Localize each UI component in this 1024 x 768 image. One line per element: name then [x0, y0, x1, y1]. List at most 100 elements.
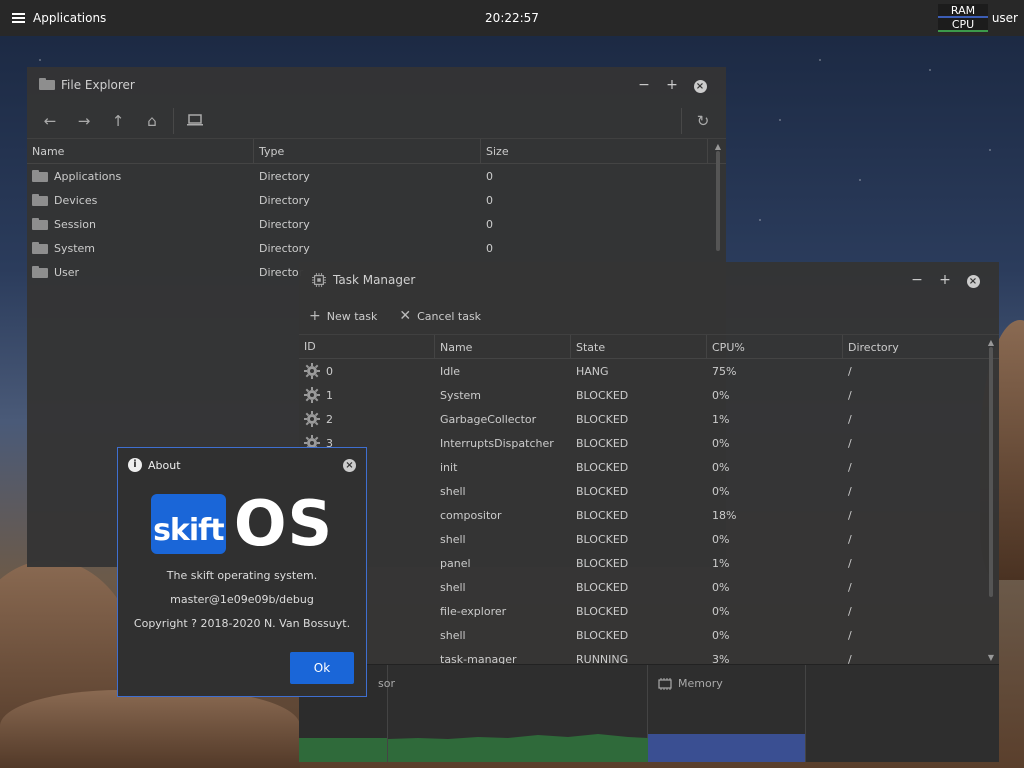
back-arrow-icon[interactable]: ← — [33, 112, 67, 130]
task-directory: / — [848, 532, 852, 546]
task-name: GarbageCollector — [440, 412, 537, 426]
background-rock — [0, 690, 300, 768]
task-name: shell — [440, 532, 466, 546]
task-state: BLOCKED — [576, 508, 629, 522]
table-row[interactable]: 2 GarbageCollector BLOCKED 1% / — [299, 407, 999, 431]
file-type: Directory — [259, 169, 310, 183]
resource-meters[interactable]: RAM CPU — [938, 4, 988, 32]
new-task-button[interactable]: + New task — [309, 308, 377, 324]
folder-icon — [32, 218, 48, 230]
task-state: BLOCKED — [576, 580, 629, 594]
chip-icon — [312, 273, 326, 287]
memory-label: Memory — [678, 677, 723, 690]
scroll-up-icon[interactable]: ▲ — [714, 142, 722, 151]
window-title: Task Manager — [333, 273, 416, 287]
task-name: shell — [440, 580, 466, 594]
cancel-task-button[interactable]: ✕ Cancel task — [399, 308, 481, 324]
task-cpu: 0% — [712, 388, 730, 402]
gear-icon — [304, 411, 320, 427]
file-list-scrollbar[interactable]: ▲ — [714, 142, 722, 262]
cancel-task-label: Cancel task — [417, 310, 482, 323]
column-header-cpu[interactable]: CPU% — [707, 335, 843, 358]
task-state: BLOCKED — [576, 556, 629, 570]
scroll-up-icon[interactable]: ▲ — [987, 338, 995, 347]
user-menu[interactable]: user — [992, 11, 1018, 25]
about-copyright: Copyright ? 2018-2020 N. Van Bossuyt. — [133, 617, 351, 630]
maximize-button[interactable]: + — [658, 77, 686, 93]
ok-button[interactable]: Ok — [290, 652, 354, 684]
task-manager-toolbar: + New task ✕ Cancel task — [299, 298, 999, 334]
task-directory: / — [848, 508, 852, 522]
task-state: BLOCKED — [576, 484, 629, 498]
scrollbar-thumb[interactable] — [716, 151, 720, 251]
table-row[interactable]: Session Directory 0 — [27, 212, 726, 236]
scrollbar-thumb[interactable] — [989, 347, 993, 597]
column-header-state[interactable]: State — [571, 335, 707, 358]
table-row[interactable]: shell BLOCKED 0% / — [299, 479, 999, 503]
file-type: Directory — [259, 241, 310, 255]
forward-arrow-icon[interactable]: → — [67, 112, 101, 130]
column-header-directory[interactable]: Directory — [843, 335, 979, 358]
maximize-button[interactable]: + — [931, 272, 959, 288]
table-row[interactable]: init BLOCKED 0% / — [299, 455, 999, 479]
os-logo-text: OS — [233, 487, 334, 560]
file-name: User — [54, 265, 80, 279]
about-titlebar[interactable]: i About × — [118, 448, 366, 482]
task-cpu: 18% — [712, 508, 737, 522]
table-row[interactable]: 1 System BLOCKED 0% / — [299, 383, 999, 407]
table-row[interactable]: shell BLOCKED 0% / — [299, 575, 999, 599]
folder-icon — [32, 266, 48, 278]
column-header-size[interactable]: Size — [481, 139, 708, 163]
table-row[interactable]: compositor BLOCKED 18% / — [299, 503, 999, 527]
column-header-name[interactable]: Name — [435, 335, 571, 358]
close-button[interactable]: × — [686, 77, 714, 93]
close-button[interactable]: × — [959, 272, 987, 288]
task-manager-titlebar[interactable]: Task Manager − + × — [299, 262, 999, 298]
new-task-label: New task — [326, 310, 378, 323]
table-row[interactable]: System Directory 0 — [27, 236, 726, 260]
table-row[interactable]: Applications Directory 0 — [27, 164, 726, 188]
table-row[interactable]: task-manager RUNNING 3% / — [299, 647, 999, 665]
task-name: file-explorer — [440, 604, 507, 618]
table-row[interactable]: Devices Directory 0 — [27, 188, 726, 212]
file-size: 0 — [486, 193, 493, 207]
column-header-type[interactable]: Type — [254, 139, 481, 163]
task-directory: / — [848, 388, 852, 402]
task-state: BLOCKED — [576, 460, 629, 474]
table-row[interactable]: panel BLOCKED 1% / — [299, 551, 999, 575]
column-header-id[interactable]: ID — [299, 335, 435, 358]
close-icon: × — [966, 275, 980, 288]
task-directory: / — [848, 556, 852, 570]
task-directory: / — [848, 580, 852, 594]
column-header-name[interactable]: Name — [27, 139, 254, 163]
task-table-header: ID Name State CPU% Directory — [299, 334, 999, 359]
task-directory: / — [848, 484, 852, 498]
minimize-button[interactable]: − — [903, 272, 931, 288]
processor-history-graph — [388, 734, 648, 762]
table-row[interactable]: 3 InterruptsDispatcher BLOCKED 0% / — [299, 431, 999, 455]
refresh-icon[interactable]: ↻ — [686, 112, 720, 130]
ram-meter: RAM — [938, 4, 988, 18]
applications-menu-button[interactable]: Applications — [0, 11, 106, 25]
task-list-scrollbar[interactable]: ▲ ▼ — [987, 338, 995, 664]
task-name: System — [440, 388, 482, 402]
table-row[interactable]: file-explorer BLOCKED 0% / — [299, 599, 999, 623]
folder-icon — [32, 170, 48, 182]
task-cpu: 1% — [712, 556, 730, 570]
home-icon[interactable]: ⌂ — [135, 112, 169, 130]
table-row[interactable]: 0 Idle HANG 75% / — [299, 359, 999, 383]
task-state: BLOCKED — [576, 388, 629, 402]
table-row[interactable]: shell BLOCKED 0% / — [299, 527, 999, 551]
file-explorer-titlebar[interactable]: File Explorer − + × — [27, 67, 726, 103]
task-directory: / — [848, 628, 852, 642]
minimize-button[interactable]: − — [630, 77, 658, 93]
toolbar-divider — [173, 107, 174, 134]
about-description: The skift operating system. — [166, 569, 318, 582]
task-directory: / — [848, 436, 852, 450]
file-size: 0 — [486, 241, 493, 255]
scroll-down-icon[interactable]: ▼ — [987, 653, 995, 662]
computer-icon[interactable] — [178, 112, 212, 130]
up-arrow-icon[interactable]: ↑ — [101, 112, 135, 130]
close-icon[interactable]: × — [343, 458, 356, 472]
table-row[interactable]: shell BLOCKED 0% / — [299, 623, 999, 647]
